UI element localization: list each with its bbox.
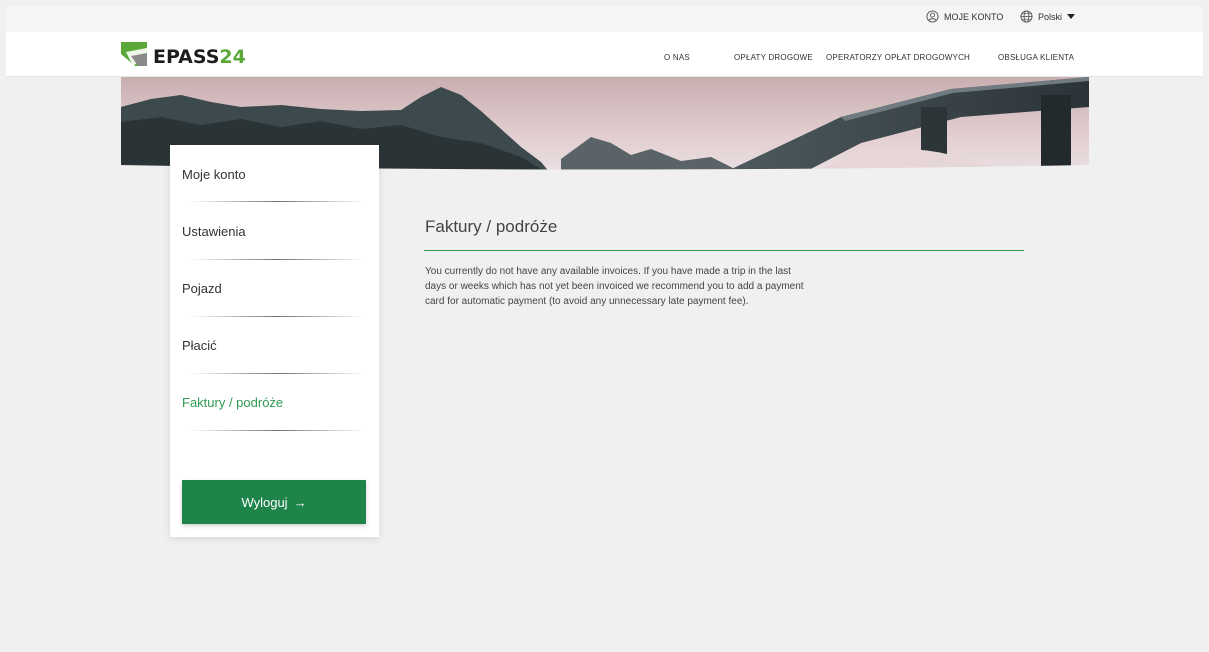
language-selector[interactable]: Polski [1020, 10, 1076, 23]
sidebar-divider [190, 373, 366, 374]
arrow-right-icon: → [293, 494, 307, 510]
sidebar-item-vehicle[interactable]: Pojazd [182, 281, 222, 296]
top-utility-bar: MOJE KONTO Polski [6, 6, 1203, 32]
nav-about[interactable]: O NAS [664, 53, 690, 62]
page-title: Faktury / podróże [425, 217, 558, 236]
brand-logo[interactable]: EPASS24 [121, 42, 246, 71]
logout-label: Wyloguj [241, 494, 288, 510]
sidebar-divider [190, 259, 366, 260]
nav-road-tolls[interactable]: OPŁATY DROGOWE [734, 53, 813, 62]
sidebar-divider [190, 430, 366, 431]
brand-name: EPASS24 [153, 45, 246, 68]
account-sidebar: Moje konto Ustawienia Pojazd Płacić Fakt… [170, 145, 379, 537]
message-line: You currently do not have any available … [425, 266, 791, 277]
sidebar-item-invoices-trips[interactable]: Faktury / podróże [182, 395, 283, 410]
logo-mark-icon [121, 42, 147, 71]
sidebar-item-my-account[interactable]: Moje konto [182, 167, 246, 182]
my-account-label: MOJE KONTO [944, 11, 1004, 22]
main-navbar: EPASS24 O NAS OPŁATY DROGOWE OPERATORZY … [6, 32, 1203, 77]
caret-down-icon [1067, 13, 1076, 20]
my-account-link[interactable]: MOJE KONTO [926, 10, 1003, 23]
no-invoices-message: You currently do not have any available … [425, 264, 895, 309]
logout-button[interactable]: Wyloguj → [182, 480, 366, 524]
nav-toll-operators[interactable]: OPERATORZY OPŁAT DROGOWYCH [826, 53, 970, 62]
user-icon [926, 10, 939, 23]
sidebar-item-pay[interactable]: Płacić [182, 338, 217, 353]
nav-customer-service[interactable]: OBSŁUGA KLIENTA [998, 53, 1074, 62]
message-line: days or weeks which has not yet been inv… [425, 281, 804, 292]
title-underline [424, 250, 1024, 251]
sidebar-item-settings[interactable]: Ustawienia [182, 224, 246, 239]
globe-icon [1020, 10, 1033, 23]
sidebar-divider [190, 316, 366, 317]
language-label: Polski [1038, 11, 1063, 22]
message-line: card for automatic payment (to avoid any… [425, 296, 749, 307]
sidebar-divider [190, 201, 366, 202]
